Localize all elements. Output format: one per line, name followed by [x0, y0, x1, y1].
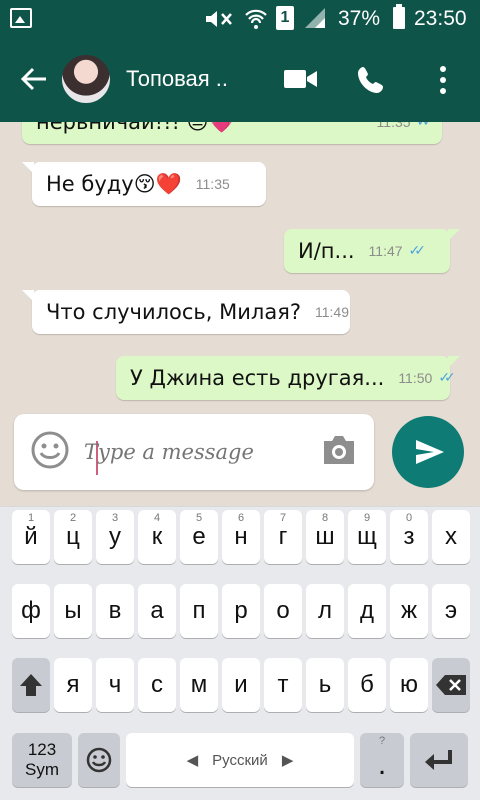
key[interactable]: 5е	[180, 510, 218, 564]
key[interactable]: ю	[390, 658, 428, 712]
gallery-notification-icon	[10, 8, 32, 28]
emoji-icon[interactable]	[30, 430, 70, 470]
message-composer	[14, 414, 374, 490]
chevron-left-icon: ◀	[186, 752, 199, 769]
chat-header: Топовая ..	[0, 38, 480, 122]
message-time: 11:50	[398, 370, 433, 386]
key[interactable]: л	[306, 584, 344, 638]
backspace-icon	[436, 675, 466, 695]
key[interactable]: м	[180, 658, 218, 712]
key[interactable]: ь	[306, 658, 344, 712]
read-receipt-icon: ✓✓	[438, 370, 456, 386]
key[interactable]: 6н	[222, 510, 260, 564]
message-bubble-outgoing[interactable]: И/п... 11:47 ✓✓	[284, 229, 460, 273]
send-icon	[416, 440, 444, 464]
enter-icon	[425, 750, 452, 770]
key[interactable]: а	[138, 584, 176, 638]
key[interactable]: х	[432, 510, 470, 564]
message-bubble-incoming[interactable]: Не буду😚❤️ 11:35	[22, 162, 266, 206]
key[interactable]: в	[96, 584, 134, 638]
key[interactable]: ж	[390, 584, 428, 638]
message-bubble-outgoing[interactable]: нервничай!!! 😑💗 11:35 ✓✓	[22, 122, 442, 144]
message-text: Не буду😚❤️	[46, 171, 182, 196]
message-text: И/п...	[298, 239, 355, 263]
key[interactable]: и	[222, 658, 260, 712]
enter-key[interactable]	[410, 733, 468, 787]
avatar[interactable]	[60, 53, 112, 105]
message-text: Что случилось, Милая?	[46, 300, 301, 324]
emoji-key[interactable]	[78, 733, 120, 787]
video-call-icon[interactable]	[284, 68, 318, 90]
symbols-key[interactable]: 123 Sym	[12, 733, 72, 787]
camera-icon[interactable]	[320, 434, 358, 466]
message-time: 11:35	[195, 176, 230, 192]
key[interactable]: 3у	[96, 510, 134, 564]
contact-name[interactable]: Топовая ..	[126, 66, 228, 92]
message-input[interactable]	[84, 436, 304, 468]
key[interactable]: ы	[54, 584, 92, 638]
key[interactable]: 1й	[12, 510, 50, 564]
key[interactable]: ф	[12, 584, 50, 638]
more-vert-icon[interactable]	[436, 64, 450, 96]
space-bar[interactable]: ◀ Русский ▶	[126, 733, 354, 787]
message-text: У Джина есть другая...	[130, 366, 385, 390]
read-receipt-icon: ✓✓	[408, 243, 427, 259]
wifi-icon	[245, 9, 267, 29]
chevron-right-icon: ▶	[281, 752, 294, 769]
key[interactable]: о	[264, 584, 302, 638]
message-time: 11:35	[376, 122, 411, 130]
emoji-icon	[86, 747, 112, 773]
key[interactable]: с	[138, 658, 176, 712]
key[interactable]: ч	[96, 658, 134, 712]
key[interactable]: 0з	[390, 510, 428, 564]
phone-icon[interactable]	[356, 65, 386, 95]
key[interactable]: б	[348, 658, 386, 712]
key[interactable]: э	[432, 584, 470, 638]
send-button[interactable]	[392, 416, 464, 488]
back-arrow-icon[interactable]	[20, 65, 48, 93]
signal-icon	[305, 8, 325, 28]
key[interactable]: р	[222, 584, 260, 638]
period-key[interactable]: ? .	[360, 733, 404, 787]
read-receipt-icon: ✓✓	[416, 122, 435, 130]
mute-icon	[206, 11, 232, 27]
key[interactable]: 7г	[264, 510, 302, 564]
message-time: 11:49	[314, 304, 349, 320]
key[interactable]: п	[180, 584, 218, 638]
message-bubble-incoming[interactable]: Что случилось, Милая? 11:49	[22, 290, 350, 334]
message-time: 11:47	[368, 243, 403, 259]
key[interactable]: т	[264, 658, 302, 712]
message-text: нервничай!!! 😑💗	[36, 122, 235, 135]
key[interactable]: 8ш	[306, 510, 344, 564]
shift-key[interactable]	[12, 658, 50, 712]
shift-icon	[20, 674, 42, 696]
backspace-key[interactable]	[432, 658, 470, 712]
key[interactable]: 9щ	[348, 510, 386, 564]
key[interactable]: я	[54, 658, 92, 712]
battery-icon	[393, 4, 405, 29]
language-label: Русский	[212, 751, 268, 769]
status-bar: 1 37% 23:50	[0, 0, 480, 38]
clock: 23:50	[414, 7, 467, 30]
sim-slot-badge: 1	[276, 6, 294, 30]
key[interactable]: 4к	[138, 510, 176, 564]
key[interactable]: д	[348, 584, 386, 638]
battery-percent: 37%	[338, 7, 381, 30]
message-bubble-outgoing[interactable]: У Джина есть другая... 11:50 ✓✓	[116, 356, 460, 400]
key[interactable]: 2ц	[54, 510, 92, 564]
